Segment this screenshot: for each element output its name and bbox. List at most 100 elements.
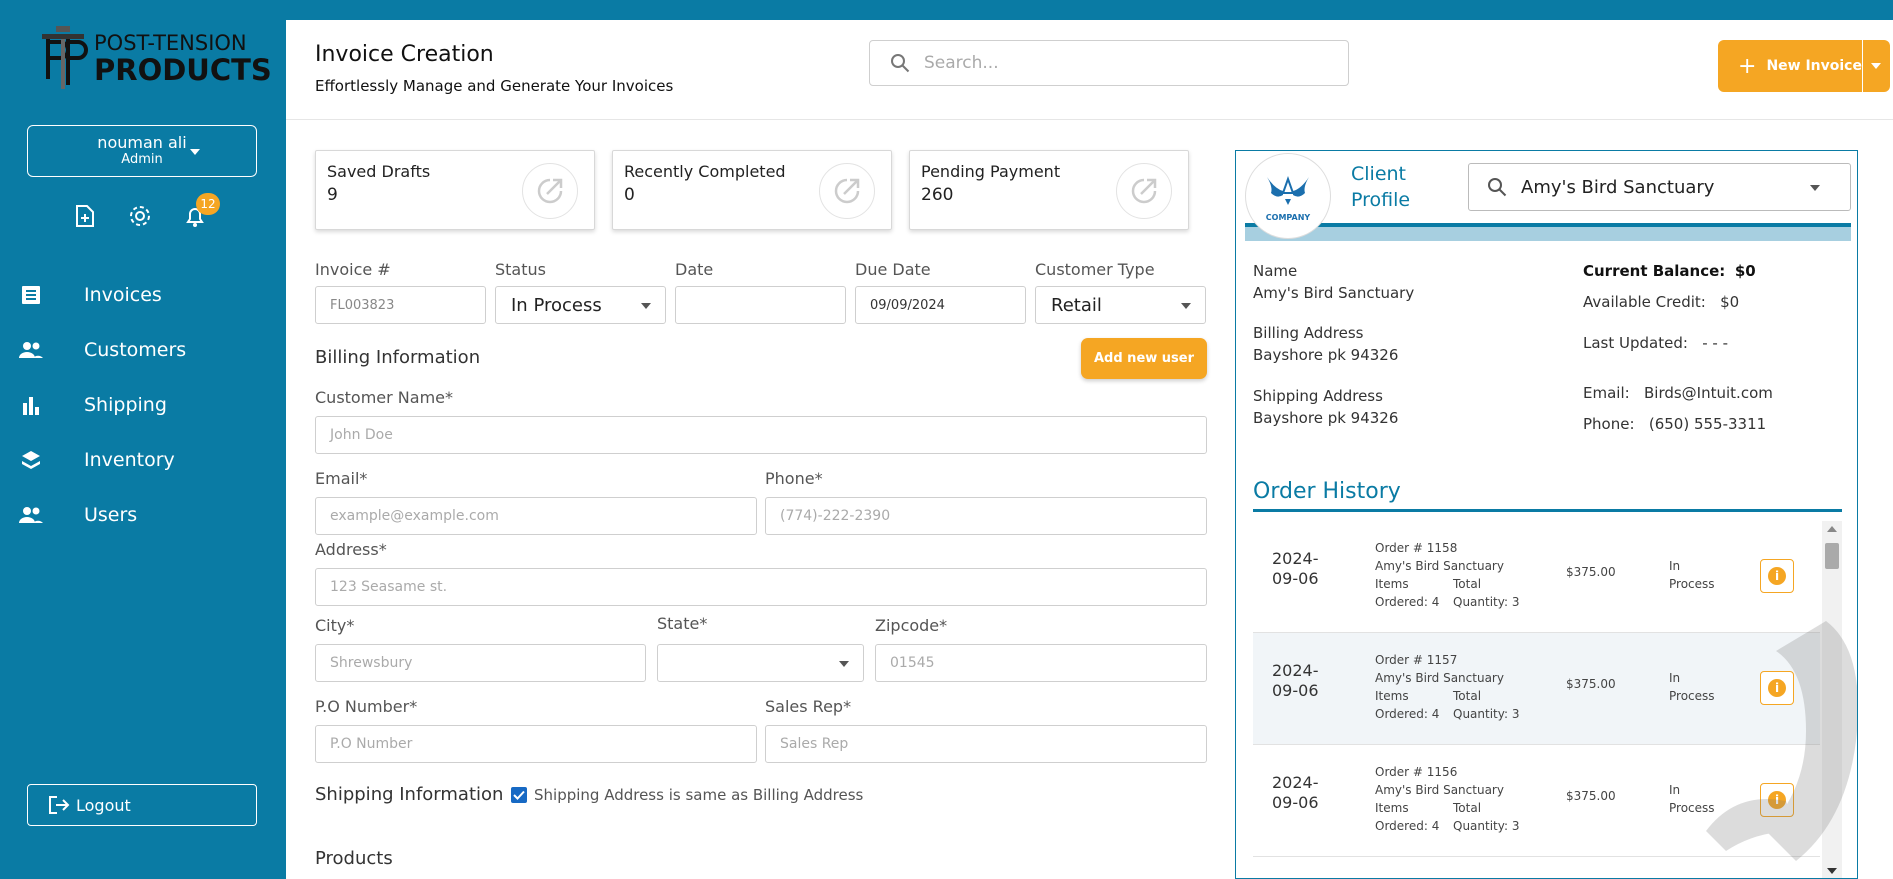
order-info-button[interactable]: i [1760, 783, 1794, 817]
same-address-checkbox[interactable] [511, 787, 527, 803]
total-quantity: Quantity: 3 [1453, 595, 1520, 609]
checkmark-icon [513, 790, 525, 800]
stat-recently-completed[interactable]: Recently Completed 0 [612, 150, 892, 230]
order-details: Order # 1156 Amy's Bird Sanctuary Items T… [1375, 763, 1531, 835]
scroll-up-icon[interactable] [1827, 526, 1837, 532]
client-profile-title: Client Profile [1351, 161, 1410, 213]
sidebar-item-customers[interactable]: Customers [0, 322, 286, 377]
total-label: Total [1453, 801, 1482, 815]
order-number: Order # 1158 [1375, 541, 1458, 555]
items-ordered: Ordered: 4 [1375, 707, 1440, 721]
date-field[interactable] [675, 286, 846, 324]
logout-icon [49, 796, 70, 814]
billing-address-label: Billing Address [1253, 324, 1364, 342]
order-date: 2024- 09-06 [1272, 661, 1332, 701]
new-document-icon[interactable] [74, 204, 100, 230]
due-date-field[interactable]: 09/09/2024 [855, 286, 1026, 324]
order-status-line1: In [1669, 559, 1681, 573]
order-details: Order # 1158 Amy's Bird Sanctuary Items T… [1375, 539, 1531, 611]
name-value: Amy's Bird Sanctuary [1253, 284, 1415, 302]
user-menu[interactable]: nouman ali Admin [27, 125, 257, 177]
sidebar-item-inventory[interactable]: Inventory [0, 432, 286, 487]
order-row[interactable]: 2024- 09-06 Order # 1158 Amy's Bird Sanct… [1253, 521, 1820, 633]
order-date-line1: 2024- [1272, 773, 1319, 792]
notification-badge: 12 [196, 193, 220, 215]
scroll-thumb[interactable] [1825, 543, 1839, 569]
order-status: In Process [1669, 781, 1715, 817]
sales-rep-label: Sales Rep* [765, 697, 852, 716]
order-list[interactable]: 2024- 09-06 Order # 1158 Amy's Bird Sanct… [1253, 521, 1820, 878]
phone-input[interactable]: (774)-222-2390 [765, 497, 1207, 535]
order-info-button[interactable]: i [1760, 559, 1794, 593]
stat-pending-payment[interactable]: Pending Payment 260 [909, 150, 1189, 230]
state-label: State* [657, 614, 708, 633]
client-profile-line2: Profile [1351, 189, 1411, 211]
same-address-label: Shipping Address is same as Billing Addr… [534, 786, 864, 804]
po-number-input[interactable]: P.O Number [315, 725, 757, 763]
customer-type-value: Retail [1051, 294, 1102, 316]
sidebar-item-label: Users [84, 503, 138, 526]
brand-logo[interactable]: POST-TENSION PRODUCTS [38, 24, 272, 94]
stat-saved-drafts[interactable]: Saved Drafts 9 [315, 150, 595, 230]
search-box[interactable] [869, 40, 1349, 86]
order-info-button[interactable]: i [1760, 671, 1794, 705]
sidebar-item-label: Invoices [84, 283, 162, 306]
new-invoice-button[interactable]: + New Invoice [1718, 40, 1890, 92]
current-balance-value: $0 [1734, 262, 1756, 280]
client-select[interactable]: Amy's Bird Sanctuary [1468, 163, 1851, 211]
customer-type-select[interactable]: Retail [1035, 286, 1206, 324]
add-new-user-button[interactable]: Add new user [1081, 338, 1207, 379]
sidebar-item-label: Customers [84, 338, 187, 361]
chevron-down-icon[interactable] [1871, 63, 1881, 69]
zipcode-input[interactable]: 01545 [875, 644, 1207, 682]
email-input[interactable]: example@example.com [315, 497, 757, 535]
status-value: In Process [511, 294, 602, 316]
address-input[interactable]: 123 Seasame st. [315, 568, 1207, 606]
chevron-down-icon [1810, 185, 1820, 191]
invoice-number-field[interactable]: FL003823 [315, 286, 486, 324]
quick-actions [72, 204, 212, 234]
available-credit-label: Available Credit: [1583, 293, 1706, 311]
order-amount: $375.00 [1566, 565, 1616, 579]
customers-icon [18, 337, 44, 363]
order-row[interactable]: 2024- 09-06 Order # 1156 Amy's Bird Sanct… [1253, 745, 1820, 857]
order-number: Order # 1156 [1375, 765, 1458, 779]
order-date: 2024- 09-06 [1272, 773, 1332, 813]
last-updated: Last Updated: - - - [1583, 334, 1728, 352]
order-amount: $375.00 [1566, 677, 1616, 691]
items-label: Items [1375, 577, 1409, 591]
brand-line1: POST-TENSION [94, 31, 247, 55]
info-icon: i [1768, 791, 1786, 809]
gear-icon[interactable] [128, 204, 154, 230]
order-list-scrollbar[interactable] [1822, 521, 1842, 878]
state-select[interactable] [657, 644, 864, 682]
search-input[interactable] [924, 53, 1304, 73]
chevron-down-icon [641, 303, 651, 309]
client-profile-line1: Client [1351, 163, 1407, 185]
date-label: Date [675, 260, 714, 279]
city-input[interactable]: Shrewsbury [315, 644, 646, 682]
scroll-down-icon[interactable] [1827, 868, 1837, 874]
open-external-icon [1116, 163, 1172, 219]
status-select[interactable]: In Process [495, 286, 666, 324]
billing-address-value: Bayshore pk 94326 [1253, 346, 1399, 364]
sidebar-item-invoices[interactable]: Invoices [0, 267, 286, 322]
search-icon [891, 54, 910, 73]
customer-name-label: Customer Name* [315, 388, 454, 407]
header: Invoice Creation Effortlessly Manage and… [286, 20, 1893, 120]
sidebar-item-users[interactable]: Users [0, 487, 286, 542]
open-external-icon [522, 163, 578, 219]
chevron-down-icon [190, 149, 200, 155]
order-row[interactable]: 2024- 09-06 Order # 1157 Amy's Bird Sanct… [1253, 633, 1820, 745]
sidebar-item-shipping[interactable]: Shipping [0, 377, 286, 432]
items-ordered: Ordered: 4 [1375, 819, 1440, 833]
logout-label: Logout [76, 795, 131, 815]
logout-button[interactable]: Logout [27, 784, 257, 826]
sales-rep-input[interactable]: Sales Rep [765, 725, 1207, 763]
email-label: Email: [1583, 384, 1630, 402]
customer-name-input[interactable]: John Doe [315, 416, 1207, 454]
order-date-line2: 09-06 [1272, 681, 1319, 700]
client-phone: Phone: (650) 555-3311 [1583, 415, 1766, 433]
total-quantity: Quantity: 3 [1453, 707, 1520, 721]
email-label: Email* [315, 469, 368, 488]
